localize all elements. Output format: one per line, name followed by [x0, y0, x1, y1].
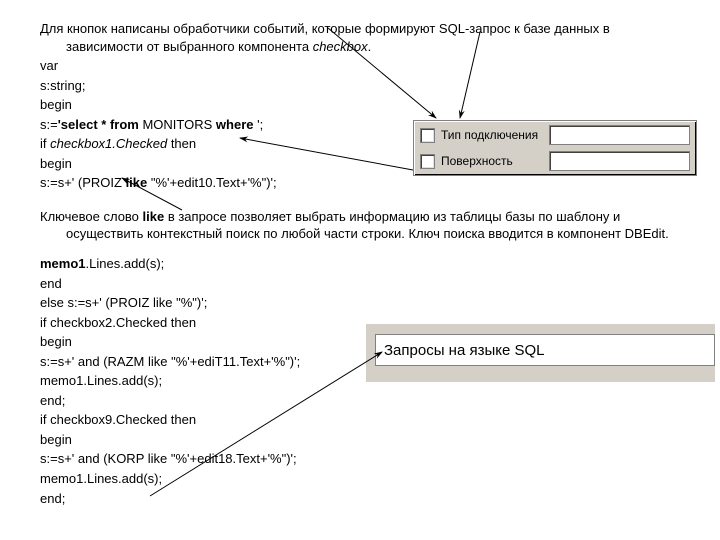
checkbox-label: Поверхность — [441, 154, 549, 168]
code-line: if checkbox9.Checked then — [40, 411, 680, 429]
checkbox-panel: Тип подключения Поверхность — [413, 120, 697, 176]
checkbox-row-surface: Поверхность — [414, 147, 696, 173]
code-line: var — [40, 57, 680, 75]
checkbox-row-connection-type: Тип подключения — [414, 121, 696, 147]
sql-title-panel: Запросы на языке SQL — [363, 322, 715, 382]
checkbox-connection-type[interactable] — [420, 128, 435, 143]
mid-paragraph: Ключевое слово like в запросе позволяет … — [40, 208, 680, 243]
code-line: s:=s+' (PROIZ like "%'+edit10.Text+'%")'… — [40, 174, 680, 192]
intro-tail: . — [368, 39, 372, 54]
code-line: memo1.Lines.add(s); — [40, 470, 680, 488]
intro-paragraph: Для кнопок написаны обработчики событий,… — [40, 20, 680, 55]
code-line: begin — [40, 96, 680, 114]
code-line: end; — [40, 490, 680, 508]
code-line: begin — [40, 431, 680, 449]
code-line: else s:=s+' (PROIZ like "%")'; — [40, 294, 680, 312]
code-line: end — [40, 275, 680, 293]
checkbox-surface[interactable] — [420, 154, 435, 169]
code-line: s:=s+' and (KORP like "%'+edit18.Text+'%… — [40, 450, 680, 468]
sql-title: Запросы на языке SQL — [375, 334, 715, 366]
code-line: s:string; — [40, 77, 680, 95]
checkbox-label: Тип подключения — [441, 128, 549, 142]
input-connection-type[interactable] — [549, 125, 690, 145]
intro-checkbox-word: checkbox — [313, 39, 368, 54]
input-surface[interactable] — [549, 151, 690, 171]
sql-title-text: Запросы на языке SQL — [384, 342, 545, 359]
code-line: memo1.Lines.add(s); — [40, 255, 680, 273]
code-line: end; — [40, 392, 680, 410]
